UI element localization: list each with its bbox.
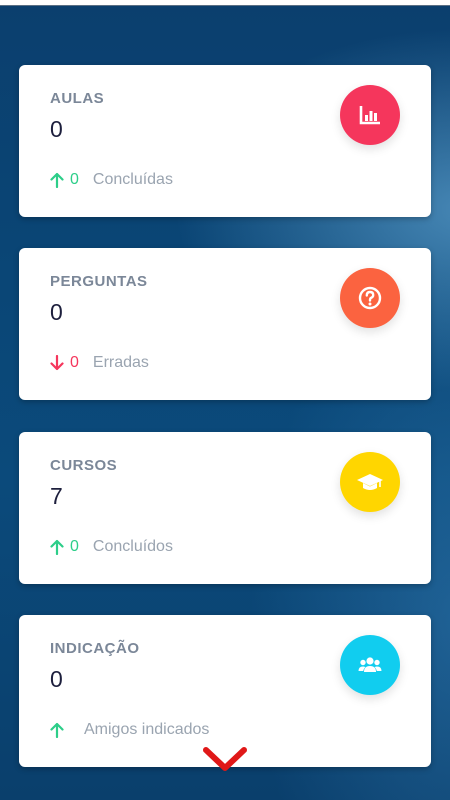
card-perguntas[interactable]: PERGUNTAS 0 0 Erradas bbox=[19, 248, 431, 400]
card-footer: 0 Erradas bbox=[50, 354, 149, 372]
trend-label: Concluídas bbox=[92, 171, 173, 188]
card-value: 0 bbox=[50, 116, 63, 142]
card-value: 0 bbox=[50, 299, 63, 325]
arrow-up-icon bbox=[50, 539, 64, 556]
trend-label: Concluídos bbox=[92, 538, 173, 555]
card-footer: 0 Concluídas bbox=[50, 171, 173, 189]
trend-label: Amigos indicados bbox=[84, 721, 210, 738]
card-title: AULAS bbox=[50, 90, 105, 107]
card-title: CURSOS bbox=[50, 457, 118, 474]
card-footer: Amigos indicados bbox=[50, 721, 209, 739]
card-value: 7 bbox=[50, 483, 63, 509]
card-cursos[interactable]: CURSOS 7 0 Concluídos bbox=[19, 432, 431, 584]
card-title: INDICAÇÃO bbox=[50, 640, 140, 657]
trend-value: 0 bbox=[70, 538, 79, 555]
chevron-down-icon[interactable] bbox=[202, 746, 248, 774]
top-edge bbox=[0, 0, 450, 6]
arrow-up-icon bbox=[50, 172, 64, 189]
question-circle-icon bbox=[340, 268, 400, 328]
card-aulas[interactable]: AULAS 0 0 Concluídas bbox=[19, 65, 431, 217]
arrow-down-icon bbox=[50, 354, 64, 371]
card-value: 0 bbox=[50, 666, 63, 692]
card-title: PERGUNTAS bbox=[50, 273, 148, 290]
card-footer: 0 Concluídos bbox=[50, 538, 173, 556]
chart-bar-icon bbox=[340, 85, 400, 145]
users-icon bbox=[340, 635, 400, 695]
arrow-up-icon bbox=[50, 722, 64, 739]
trend-value: 0 bbox=[70, 354, 79, 371]
card-indicacao[interactable]: INDICAÇÃO 0 Amigos indicados bbox=[19, 615, 431, 767]
trend-value: 0 bbox=[70, 171, 79, 188]
graduation-cap-icon bbox=[340, 452, 400, 512]
trend-label: Erradas bbox=[92, 354, 149, 371]
